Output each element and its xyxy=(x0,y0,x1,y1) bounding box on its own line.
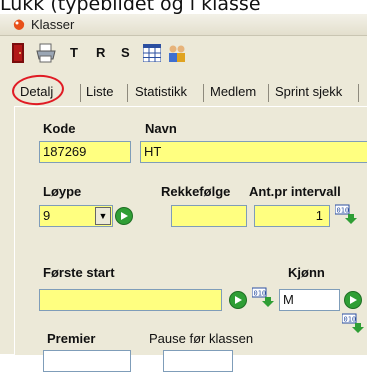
tab-divider xyxy=(127,84,128,102)
tab-strip: Detalj Liste Statistikk Medlem Sprint sj… xyxy=(0,72,367,107)
toolbar-r-button[interactable]: R xyxy=(96,42,105,64)
tab-liste[interactable]: Liste xyxy=(84,80,115,104)
tab-divider xyxy=(358,84,359,102)
kjonn-label: Kjønn xyxy=(288,265,325,280)
title-bar: Klasser xyxy=(0,14,367,36)
pause-field[interactable] xyxy=(163,350,233,372)
exit-icon[interactable] xyxy=(12,43,24,63)
printer-icon[interactable] xyxy=(35,43,57,63)
highlight-ring xyxy=(11,73,65,107)
tab-divider xyxy=(80,84,81,102)
navn-field[interactable]: HT xyxy=(140,141,367,163)
pause-label: Pause før klassen xyxy=(149,331,254,346)
tab-medlem[interactable]: Medlem xyxy=(208,80,258,104)
forste-start-field[interactable] xyxy=(39,289,222,311)
loype-go-icon[interactable] xyxy=(115,207,133,225)
grid-icon[interactable] xyxy=(143,44,161,62)
svg-text:010: 010 xyxy=(337,207,350,215)
spin-down-icon[interactable]: 010 xyxy=(335,203,357,225)
people-icon[interactable] xyxy=(167,43,187,63)
app-icon xyxy=(13,19,25,30)
svg-text:010: 010 xyxy=(344,316,357,324)
spin-down-icon[interactable]: 010 xyxy=(342,312,364,334)
loype-label: Løype xyxy=(43,184,82,199)
tab-divider xyxy=(203,84,204,102)
spin-down-icon[interactable]: 010 xyxy=(252,286,274,308)
rekkefolge-field[interactable] xyxy=(171,205,247,227)
toolbar-s-button[interactable]: S xyxy=(121,42,130,64)
kode-label: Kode xyxy=(43,121,76,136)
navn-label: Navn xyxy=(145,121,177,136)
premier-label: Premier xyxy=(47,331,96,346)
kode-field[interactable]: 187269 xyxy=(39,141,131,163)
klasser-window: Klasser T R S Detalj Liste Statistikk Me… xyxy=(0,14,367,372)
forste-start-go-icon[interactable] xyxy=(229,291,247,309)
toolbar-t-button[interactable]: T xyxy=(70,42,78,64)
window-title: Klasser xyxy=(31,17,75,32)
toolbar: T R S xyxy=(0,36,367,70)
kjonn-go-icon[interactable] xyxy=(344,291,362,309)
rekkefolge-label: Rekkefølge xyxy=(161,184,231,199)
kjonn-field[interactable]: M xyxy=(279,289,340,311)
chevron-down-icon[interactable]: ▼ xyxy=(95,207,111,225)
tab-sprint-sjekk[interactable]: Sprint sjekk xyxy=(273,80,344,104)
forste-start-label: Første start xyxy=(43,265,115,280)
svg-text:010: 010 xyxy=(254,290,267,298)
detail-panel: Kode 187269 Navn HT Løype 9 ▼ Rekkefølge… xyxy=(14,106,367,372)
ant-pr-intervall-field[interactable]: 1 xyxy=(254,205,330,227)
tab-divider xyxy=(268,84,269,102)
premier-field[interactable] xyxy=(43,350,131,372)
tab-statistikk[interactable]: Statistikk xyxy=(133,80,189,104)
ant-pr-intervall-label: Ant.pr intervall xyxy=(249,184,341,199)
